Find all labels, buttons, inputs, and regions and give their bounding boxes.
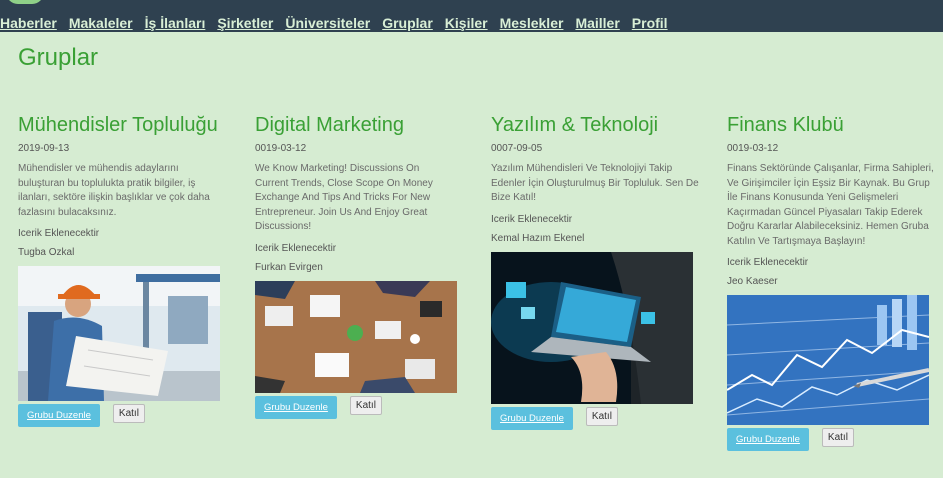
nav-link-gruplar[interactable]: Gruplar — [382, 14, 433, 32]
group-card-yazilim: Yazılım & Teknoloji 0007-09-05 Yazılım M… — [491, 113, 706, 430]
group-card-digital-marketing: Digital Marketing 0019-03-12 We Know Mar… — [255, 113, 470, 419]
technology-image — [491, 251, 693, 404]
group-owner: Furkan Evirgen — [255, 261, 323, 273]
group-actions: Grubu Duzenle Katıl — [18, 404, 233, 427]
engineer-image — [18, 266, 220, 401]
site-logo[interactable] — [6, 0, 44, 4]
group-owner: Tugba Ozkal — [18, 247, 75, 258]
group-date: 0019-03-12 — [255, 143, 307, 154]
top-navbar: Haberler Makaleler İş İlanları Şirketler… — [0, 0, 943, 32]
nav-link-universiteler[interactable]: Üniversiteler — [285, 14, 370, 32]
nav-link-haberler[interactable]: Haberler — [0, 14, 57, 32]
group-content: Icerik Eklenecektir — [491, 213, 573, 225]
finance-chart-image — [727, 295, 929, 425]
nav-link-meslekler[interactable]: Meslekler — [500, 14, 564, 32]
group-owner: Kemal Hazım Ekenel — [491, 232, 585, 244]
group-title: Yazılım & Teknoloji — [491, 114, 659, 136]
group-description: Mühendisler ve mühendis adaylarını buluş… — [18, 163, 210, 218]
nav-link-kisiler[interactable]: Kişiler — [445, 14, 488, 32]
group-actions: Grubu Duzenle Katıl — [491, 406, 706, 430]
group-description: Yazılım Mühendisleri Ve Teknolojiyi Taki… — [491, 163, 699, 203]
nav-link-is-ilanlari[interactable]: İş İlanları — [145, 14, 206, 32]
nav-link-mailler[interactable]: Mailler — [575, 14, 619, 32]
group-date: 0007-09-05 — [491, 143, 543, 154]
join-group-button[interactable]: Katıl — [349, 395, 382, 415]
edit-group-button[interactable]: Grubu Duzenle — [18, 404, 100, 427]
nav-link-sirketler[interactable]: Şirketler — [217, 14, 273, 32]
marketing-team-image — [255, 280, 457, 393]
nav-link-makaleler[interactable]: Makaleler — [69, 14, 133, 32]
group-title: Mühendisler Topluluğu — [18, 114, 218, 136]
group-owner: Jeo Kaeser — [727, 276, 778, 287]
group-date: 0019-03-12 — [727, 143, 779, 154]
group-actions: Grubu Duzenle Katıl — [727, 428, 942, 451]
edit-group-button[interactable]: Grubu Duzenle — [255, 395, 337, 419]
group-title: Finans Klubü — [727, 114, 844, 136]
group-actions: Grubu Duzenle Katıl — [255, 395, 470, 419]
join-group-button[interactable]: Katıl — [585, 406, 618, 426]
group-content: Icerik Eklenecektir — [18, 228, 100, 239]
group-content: Icerik Eklenecektir — [255, 242, 337, 254]
group-description: Finans Sektöründe Çalışanlar, Firma Sahi… — [727, 163, 934, 247]
group-description: We Know Marketing! Discussions On Curren… — [255, 163, 433, 232]
main-nav: Haberler Makaleler İş İlanları Şirketler… — [0, 12, 680, 32]
page-title: Gruplar — [18, 44, 99, 71]
group-date: 2019-09-13 — [18, 143, 70, 154]
join-group-button[interactable]: Katıl — [112, 404, 145, 423]
join-group-button[interactable]: Katıl — [821, 428, 854, 447]
group-title: Digital Marketing — [255, 114, 404, 136]
group-card-finans: Finans Klubü 0019-03-12 Finans Sektöründ… — [727, 113, 942, 451]
edit-group-button[interactable]: Grubu Duzenle — [491, 406, 573, 430]
group-content: Icerik Eklenecektir — [727, 257, 809, 268]
edit-group-button[interactable]: Grubu Duzenle — [727, 428, 809, 451]
nav-link-profil[interactable]: Profil — [632, 14, 668, 32]
group-card-muhendisler: Mühendisler Topluluğu 2019-09-13 Mühendi… — [18, 113, 233, 427]
